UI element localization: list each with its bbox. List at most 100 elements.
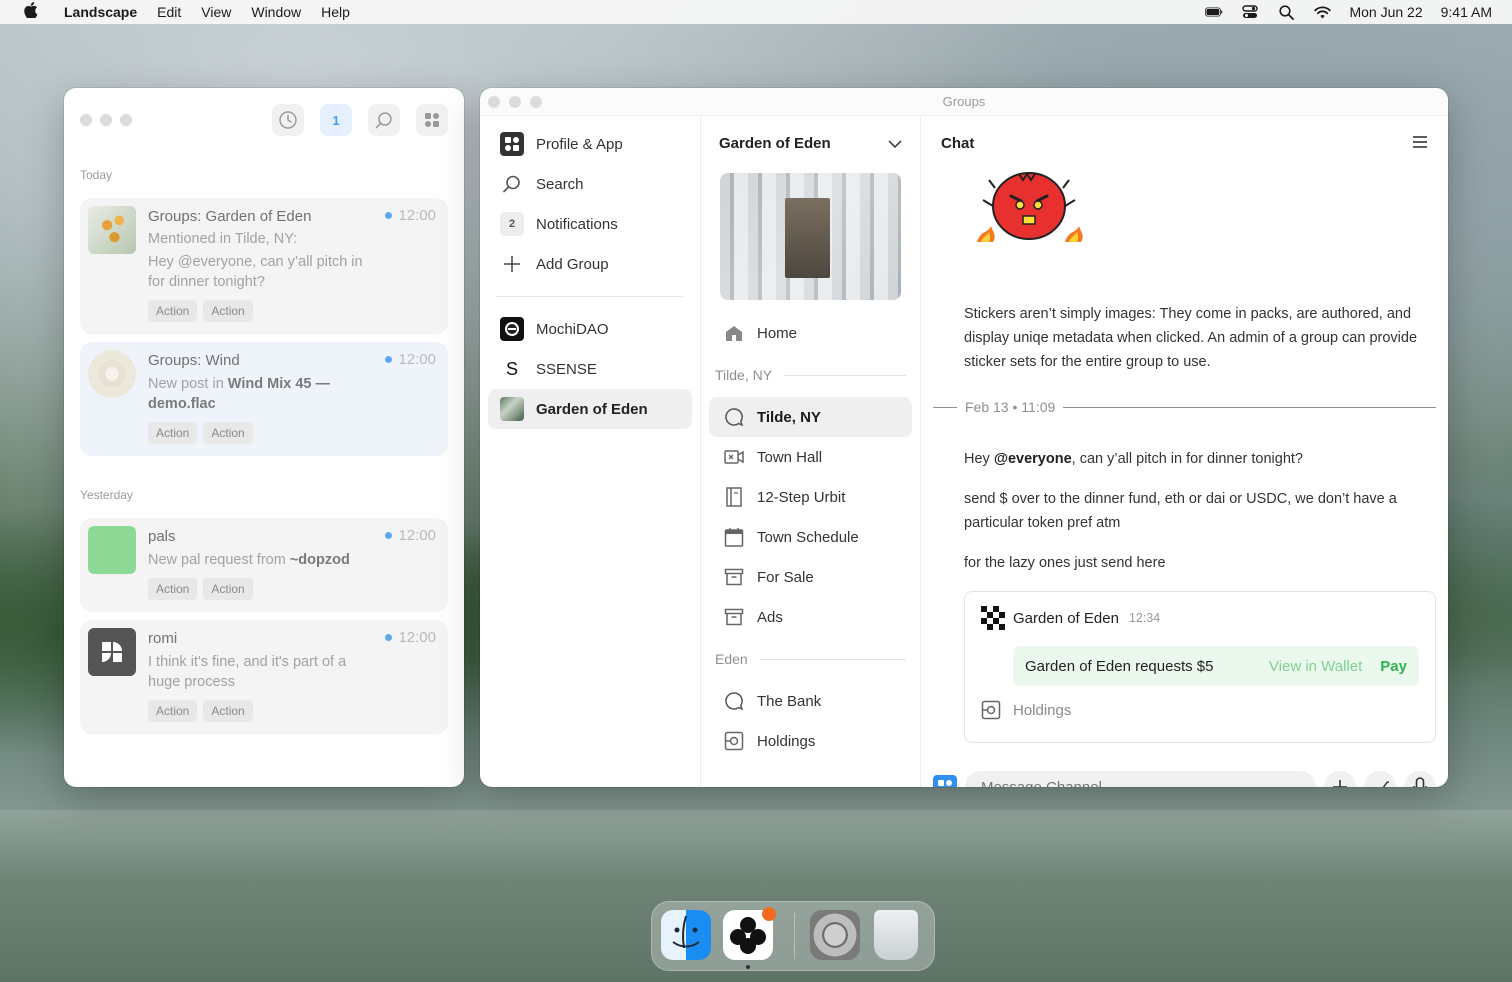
- app-grid-icon[interactable]: [933, 775, 957, 787]
- zoom-window-button[interactable]: [120, 114, 132, 126]
- sidebar-item-search[interactable]: Search: [488, 164, 692, 204]
- chat-message: send $ over to the dinner fund, eth or d…: [964, 491, 1397, 531]
- channel-section-eden: Eden: [709, 637, 912, 681]
- menu-time[interactable]: 9:41 AM: [1441, 4, 1492, 20]
- menu-date[interactable]: Mon Jun 22: [1349, 4, 1422, 20]
- message-composer: [933, 771, 1436, 787]
- plus-icon: [500, 252, 524, 276]
- view-in-wallet-link[interactable]: View in Wallet: [1269, 658, 1362, 675]
- voice-message-button[interactable]: [1404, 771, 1436, 787]
- notification-card[interactable]: romi I think it's fine, and it's part of…: [80, 620, 448, 734]
- sigil-icon: [981, 606, 1005, 630]
- sidebar-item-notifications[interactable]: 2 Notifications: [488, 204, 692, 244]
- wallet-request-card: Garden of Eden 12:34 Garden of Eden requ…: [964, 591, 1436, 743]
- channel-town-schedule[interactable]: Town Schedule: [709, 517, 912, 557]
- notebook-icon: [723, 487, 745, 507]
- grid-icon: [500, 132, 524, 156]
- notification-action-button[interactable]: Action: [148, 578, 198, 600]
- search-button[interactable]: [368, 104, 400, 136]
- channel-town-hall[interactable]: Town Hall: [709, 437, 912, 477]
- spotlight-search-icon[interactable]: [1277, 4, 1295, 20]
- wifi-icon[interactable]: [1313, 5, 1331, 19]
- menu-app-name[interactable]: Landscape: [64, 4, 137, 20]
- sidebar-item-label: Search: [536, 175, 584, 193]
- channel-the-bank[interactable]: The Bank: [709, 681, 912, 721]
- channel-section-tilde: Tilde, NY: [709, 353, 912, 397]
- menu-help[interactable]: Help: [321, 4, 350, 20]
- sidebar-group-mochidao[interactable]: MochiDAO: [488, 309, 692, 349]
- menu-view[interactable]: View: [201, 4, 231, 20]
- notification-thumbnail: [88, 206, 136, 254]
- channel-label: For Sale: [757, 568, 814, 586]
- menu-edit[interactable]: Edit: [157, 4, 181, 20]
- channel-label: Tilde, NY: [757, 408, 821, 426]
- clock-icon: [279, 111, 297, 129]
- sidebar-item-add-group[interactable]: Add Group: [488, 244, 692, 284]
- channel-label: Home: [757, 324, 798, 342]
- system-settings-app-icon[interactable]: [810, 910, 860, 960]
- add-attachment-button[interactable]: [1324, 771, 1356, 787]
- battery-icon[interactable]: [1205, 5, 1223, 19]
- section-label-today: Today: [80, 168, 113, 182]
- pay-button[interactable]: Pay: [1380, 658, 1407, 675]
- unread-dot: [385, 634, 393, 641]
- holdings-link[interactable]: Holdings: [965, 686, 1435, 734]
- count-icon: 2: [500, 212, 524, 236]
- chat-panel: Chat Stickers aren’t simply images: They…: [921, 116, 1448, 787]
- channel-12-step-urbit[interactable]: 12-Step Urbit: [709, 477, 912, 517]
- sidebar-divider: [496, 296, 684, 297]
- channel-ads[interactable]: Ads: [709, 597, 912, 637]
- channel-holdings[interactable]: Holdings: [709, 721, 912, 761]
- sidebar-item-label: Profile & App: [536, 135, 623, 153]
- mention[interactable]: @everyone: [994, 451, 1072, 467]
- notification-subtitle: Mentioned in Tilde, NY:: [148, 231, 298, 247]
- group-selector[interactable]: Garden of Eden: [709, 116, 912, 171]
- notification-card[interactable]: Groups: Wind New post in Wind Mix 45 — d…: [80, 342, 448, 456]
- hamburger-menu-icon[interactable]: [1412, 133, 1428, 154]
- window-title: Groups: [942, 94, 986, 109]
- trash-icon[interactable]: [874, 910, 918, 960]
- notification-action-button[interactable]: Action: [203, 700, 253, 722]
- minimize-window-button[interactable]: [100, 114, 112, 126]
- sidebar-group-garden-of-eden[interactable]: Garden of Eden: [488, 389, 692, 429]
- home-icon: [723, 324, 745, 342]
- channel-for-sale[interactable]: For Sale: [709, 557, 912, 597]
- menu-bar: Landscape Edit View Window Help Mon Jun …: [0, 0, 1512, 24]
- dock-separator: [794, 913, 795, 959]
- sidebar-item-label: MochiDAO: [536, 320, 609, 338]
- sidebar-group-ssense[interactable]: S SSENSE: [488, 349, 692, 389]
- sidebar-item-label: Add Group: [536, 255, 609, 273]
- notification-action-button[interactable]: Action: [148, 300, 198, 322]
- notification-card[interactable]: Groups: Garden of Eden Mentioned in Tild…: [80, 198, 448, 334]
- close-window-button[interactable]: [80, 114, 92, 126]
- microphone-icon: [1413, 777, 1427, 787]
- notification-count-button[interactable]: 1: [320, 104, 352, 136]
- apple-menu-icon[interactable]: [24, 1, 48, 23]
- angry-tomato-sticker[interactable]: [973, 168, 1085, 246]
- search-icon: [500, 172, 524, 196]
- sidebar-item-profile[interactable]: Profile & App: [488, 124, 692, 164]
- ssense-avatar: S: [505, 358, 518, 379]
- groups-titlebar: Groups: [480, 88, 1448, 116]
- apps-grid-button[interactable]: [416, 104, 448, 136]
- finder-app-icon[interactable]: [661, 910, 711, 960]
- notification-card[interactable]: pals New pal request from ~dopzod Action…: [80, 518, 448, 612]
- channel-home[interactable]: Home: [709, 313, 912, 353]
- send-money-button[interactable]: [1364, 771, 1396, 787]
- notification-action-button[interactable]: Action: [148, 700, 198, 722]
- notification-action-button[interactable]: Action: [148, 422, 198, 444]
- window-controls: [80, 114, 132, 126]
- calendar-icon: [723, 527, 745, 547]
- safe-icon: [723, 731, 745, 751]
- notification-action-button[interactable]: Action: [203, 422, 253, 444]
- history-button[interactable]: [272, 104, 304, 136]
- notification-action-button[interactable]: Action: [203, 578, 253, 600]
- message-input[interactable]: [965, 771, 1316, 787]
- menu-window[interactable]: Window: [251, 4, 301, 20]
- channel-tilde-ny[interactable]: Tilde, NY: [709, 397, 912, 437]
- unread-dot: [385, 532, 393, 539]
- control-center-icon[interactable]: [1241, 5, 1259, 19]
- notification-action-button[interactable]: Action: [203, 300, 253, 322]
- channel-label: Town Schedule: [757, 528, 859, 546]
- sidebar-item-label: Garden of Eden: [536, 400, 648, 418]
